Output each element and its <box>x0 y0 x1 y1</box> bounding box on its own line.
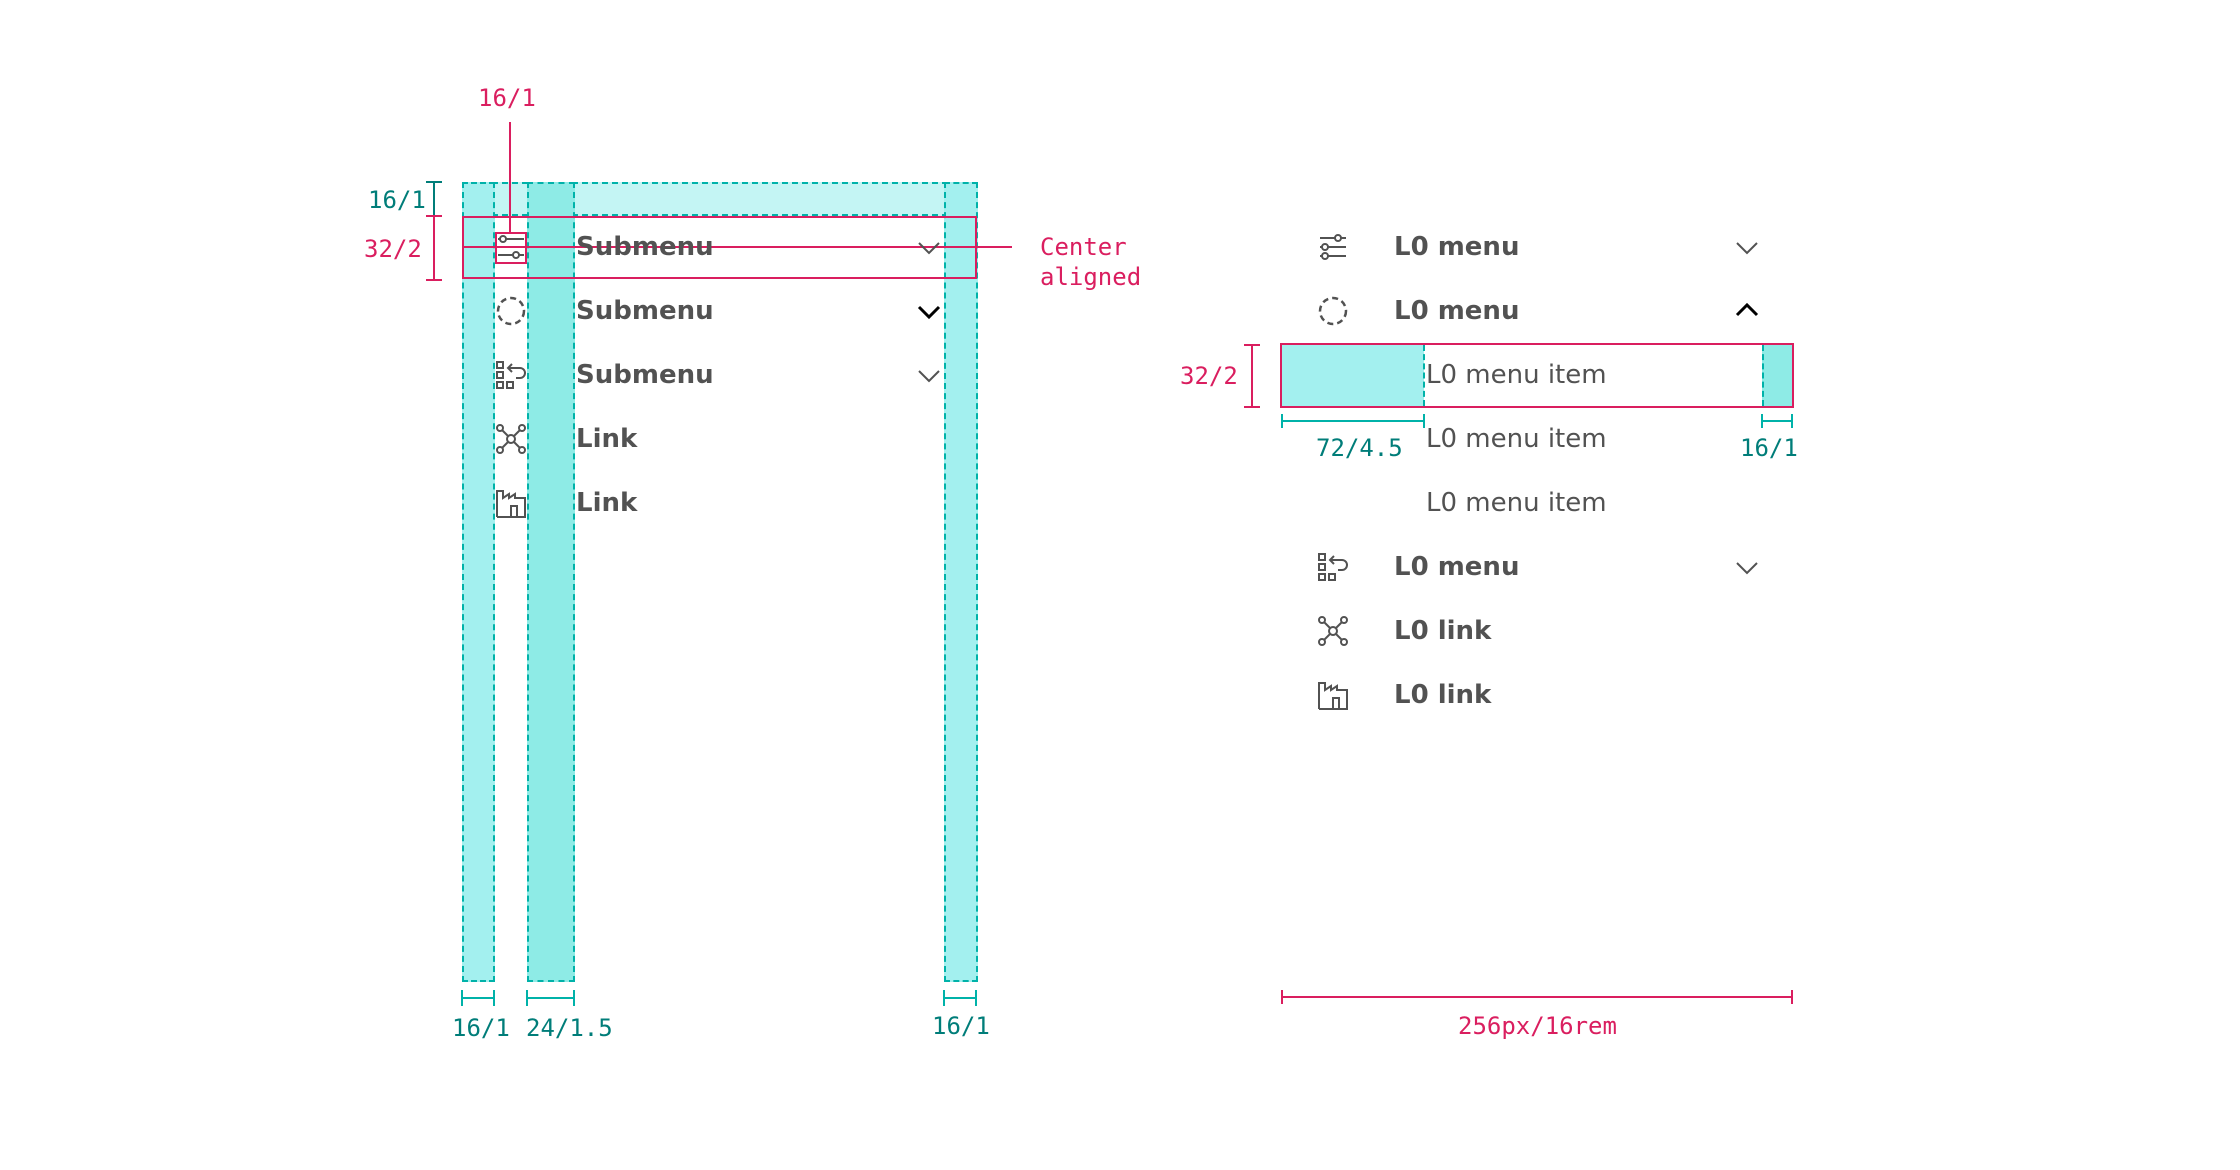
circle-dash-icon <box>1318 296 1348 326</box>
chevron-down-icon <box>918 370 940 383</box>
left-menu-label: Submenu <box>576 360 714 390</box>
width-dimension <box>1281 990 1793 1004</box>
network-icon <box>496 424 526 454</box>
annotation-center-aligned: Center aligned <box>1040 233 1142 291</box>
right-padding-column <box>944 182 978 982</box>
chevron-down-icon <box>917 305 941 320</box>
circle-dash-icon <box>496 296 526 326</box>
right-menu-label: L0 link <box>1394 616 1492 646</box>
submenu-item[interactable]: L0 menu item <box>1426 488 1607 518</box>
row-height-dimension-right <box>1244 344 1260 408</box>
left-padding-column <box>462 182 495 982</box>
building-icon <box>496 490 526 518</box>
left-menu-label: Link <box>576 424 638 454</box>
gap-column <box>497 216 525 982</box>
right-menu-label: L0 menu <box>1394 552 1520 582</box>
chevron-up-icon <box>1735 302 1759 317</box>
chevron-down-icon <box>1736 242 1758 255</box>
settings-adjust-icon <box>498 235 524 259</box>
chevron-down-icon <box>1736 562 1758 575</box>
submenu-item[interactable]: L0 menu item <box>1426 360 1607 390</box>
building-icon <box>1318 682 1348 710</box>
right-menu-label: L0 menu <box>1394 232 1520 262</box>
annotation-right-padding: 16/1 <box>1740 434 1798 462</box>
annotation-row-height: 32/2 <box>364 235 422 263</box>
gap-column-top <box>497 184 525 214</box>
settings-adjust-icon <box>1320 234 1346 260</box>
bottom-dimensions <box>461 990 977 1006</box>
apps-return-icon <box>496 361 526 389</box>
top-padding-dimension <box>426 181 442 281</box>
indent-dimension <box>1281 414 1793 428</box>
annotation-width: 256px/16rem <box>1458 1012 1617 1040</box>
left-menu-label: Submenu <box>576 296 714 326</box>
right-menu-label: L0 link <box>1394 680 1492 710</box>
chevron-down-icon <box>918 242 940 255</box>
annotation-indent: 72/4.5 <box>1316 434 1403 462</box>
network-icon <box>1318 616 1348 646</box>
annotation-icon-top: 16/1 <box>478 84 536 112</box>
annotation-bottom-right: 16/1 <box>932 1012 990 1040</box>
right-menu-label: L0 menu <box>1394 296 1520 326</box>
menu-body <box>577 216 942 982</box>
annotation-row-height-right: 32/2 <box>1180 362 1238 390</box>
icon-column <box>527 182 575 982</box>
left-menu-label: Link <box>576 488 638 518</box>
apps-return-icon <box>1318 553 1348 581</box>
left-menu-label: Submenu <box>576 232 714 262</box>
icon-pointer-line <box>509 122 511 232</box>
annotation-bottom-left: 16/1 <box>452 1014 510 1042</box>
annotation-bottom-icon: 24/1.5 <box>526 1014 613 1042</box>
annotation-top-padding: 16/1 <box>368 186 426 214</box>
